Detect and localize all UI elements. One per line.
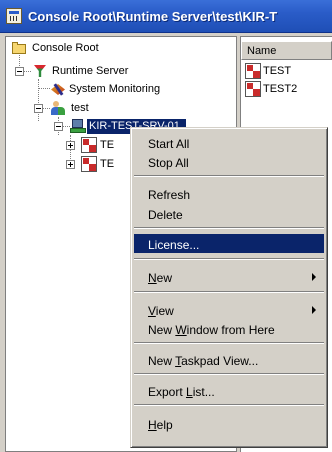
menu-separator [134, 227, 324, 229]
group-icon [50, 100, 66, 116]
list-item[interactable]: TEST [245, 63, 330, 80]
menu-separator [134, 404, 324, 406]
tree-line [38, 79, 39, 121]
menu-separator [134, 342, 324, 344]
menu-item-label: Export List... [148, 385, 215, 399]
menu-item-label: New Window from Here [148, 323, 275, 337]
menu-item-new[interactable]: New [134, 267, 324, 286]
menu-item-new-taskpad[interactable]: New Taskpad View... [134, 350, 324, 369]
menu-separator [134, 175, 324, 177]
list-item-label: TEST [263, 65, 292, 77]
menu-item-help[interactable]: Help [134, 414, 324, 433]
tree-node-label: TE [100, 158, 115, 170]
tree-node-label: test [71, 102, 89, 114]
column-header-label: Name [247, 45, 277, 57]
submenu-arrow-icon [312, 273, 316, 281]
title-bar[interactable]: Console Root\Runtime Server\test\KIR-T [0, 0, 332, 33]
database-icon [81, 156, 97, 172]
tree-node-runtime-server[interactable]: Runtime Server [30, 63, 230, 80]
menu-item-label: Stop All [148, 156, 189, 170]
context-menu: Start All Stop All Refresh Delete Licens… [130, 127, 328, 448]
submenu-arrow-icon [312, 306, 316, 314]
column-header-name[interactable]: Name [241, 41, 332, 60]
tree-node-label: Console Root [32, 42, 99, 54]
expand-toggle-child1[interactable] [66, 141, 75, 150]
accelerator-key: N [148, 271, 157, 285]
menu-item-label: Help [148, 418, 173, 432]
menu-item-label: License... [148, 238, 200, 252]
menu-item-text: ist... [192, 385, 215, 399]
menu-item-text: iew [155, 304, 174, 318]
menu-separator [134, 258, 324, 260]
menu-item-stop-all[interactable]: Stop All [134, 152, 324, 171]
menu-item-text: askpad View... [181, 354, 259, 368]
tree-node-label: TE [100, 139, 115, 151]
accelerator-key: W [175, 323, 187, 337]
menu-item-refresh[interactable]: Refresh [134, 184, 324, 203]
database-icon [245, 63, 261, 79]
menu-item-label: Start All [148, 137, 190, 151]
monitoring-icon [50, 81, 66, 97]
tree-node-label: Runtime Server [52, 65, 129, 77]
tree-node-label: System Monitoring [69, 83, 161, 95]
menu-item-text: elp [156, 418, 173, 432]
menu-item-label: Delete [148, 208, 183, 222]
collapse-toggle-runtime[interactable] [15, 67, 24, 76]
tree-node-test[interactable]: test [50, 100, 230, 117]
accelerator-key: H [148, 418, 157, 432]
accelerator-key: L [186, 385, 193, 399]
folder-icon [11, 40, 27, 56]
tree-node-console-root[interactable]: Console Root [10, 40, 230, 57]
server-icon [70, 118, 86, 134]
menu-item-text: ew [156, 271, 173, 285]
database-icon [81, 137, 97, 153]
list-item-label: TEST2 [263, 83, 298, 95]
menu-item-text: indow from Here [186, 323, 275, 337]
database-icon [245, 81, 261, 97]
mmc-app-icon[interactable] [6, 8, 22, 24]
menu-item-label: Refresh [148, 188, 191, 202]
menu-item-text: Export [148, 385, 187, 399]
window-title: Console Root\Runtime Server\test\KIR-T [28, 9, 278, 24]
menu-item-label: View [148, 304, 174, 318]
menu-item-text: New [148, 354, 176, 368]
menu-item-export-list[interactable]: Export List... [134, 381, 324, 400]
accelerator-key: V [148, 304, 156, 318]
tree-line [38, 88, 50, 89]
menu-item-view[interactable]: View [134, 300, 324, 319]
expand-toggle-child2[interactable] [66, 160, 75, 169]
menu-item-start-all[interactable]: Start All [134, 133, 324, 152]
menu-separator [134, 291, 324, 293]
menu-item-label: New Taskpad View... [148, 354, 258, 368]
menu-separator [134, 373, 324, 375]
menu-item-license[interactable]: License... [134, 234, 324, 253]
list-item[interactable]: TEST2 [245, 81, 330, 98]
collapse-toggle-server[interactable] [54, 122, 63, 131]
menu-item-label: New [148, 271, 172, 285]
menu-item-text: New [148, 323, 176, 337]
menu-item-delete[interactable]: Delete [134, 204, 324, 223]
tree-node-system-monitoring[interactable]: System Monitoring [50, 81, 230, 98]
menu-item-new-window[interactable]: New Window from Here [134, 319, 324, 338]
collapse-toggle-test[interactable] [34, 104, 43, 113]
runtime-server-icon [32, 63, 48, 79]
